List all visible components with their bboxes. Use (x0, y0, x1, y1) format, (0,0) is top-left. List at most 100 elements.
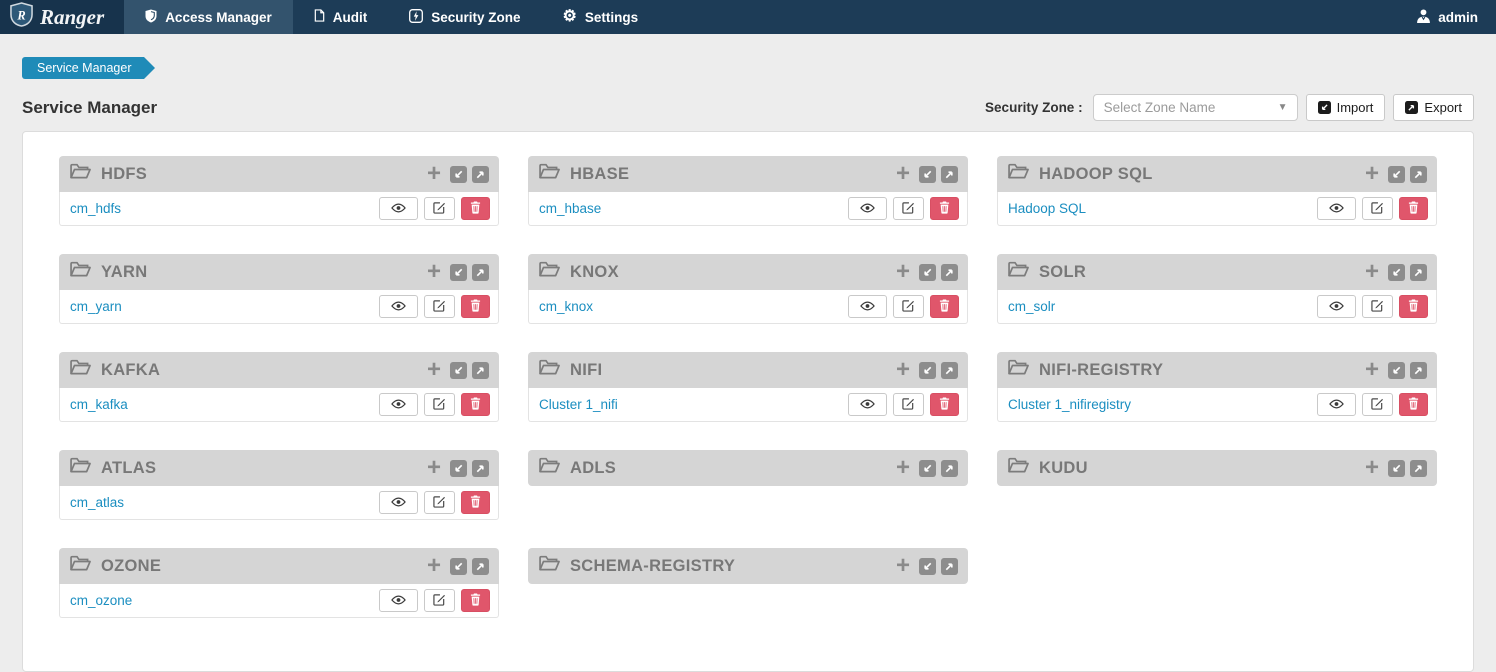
delete-service-button[interactable] (461, 295, 490, 318)
zone-select[interactable]: Select Zone Name ▼ (1093, 94, 1298, 121)
import-service-button[interactable] (450, 460, 467, 477)
delete-service-button[interactable] (930, 197, 959, 220)
view-service-button[interactable] (379, 393, 418, 416)
nav-item-access-manager[interactable]: Access Manager (124, 0, 293, 34)
breadcrumb[interactable]: Service Manager (22, 57, 144, 79)
nav-item-security-zone[interactable]: Security Zone (388, 0, 541, 34)
import-service-button[interactable] (1388, 460, 1405, 477)
delete-service-button[interactable] (461, 589, 490, 612)
delete-service-button[interactable] (461, 491, 490, 514)
add-service-button[interactable]: + (896, 262, 910, 282)
service-link[interactable]: Cluster 1_nifiregistry (1008, 397, 1131, 412)
import-service-button[interactable] (1388, 264, 1405, 281)
delete-service-button[interactable] (461, 197, 490, 220)
export-service-button[interactable] (472, 166, 489, 183)
export-service-button[interactable] (1410, 460, 1427, 477)
service-link[interactable]: Cluster 1_nifi (539, 397, 618, 412)
delete-service-button[interactable] (930, 295, 959, 318)
export-service-button[interactable] (941, 460, 958, 477)
import-service-button[interactable] (450, 558, 467, 575)
export-service-button[interactable] (1410, 264, 1427, 281)
delete-service-button[interactable] (930, 393, 959, 416)
view-service-button[interactable] (848, 295, 887, 318)
import-service-button[interactable] (450, 166, 467, 183)
view-service-button[interactable] (379, 295, 418, 318)
add-service-button[interactable]: + (427, 556, 441, 576)
edit-service-button[interactable] (424, 491, 455, 514)
import-service-button[interactable] (919, 264, 936, 281)
view-service-button[interactable] (379, 589, 418, 612)
add-service-button[interactable]: + (896, 360, 910, 380)
edit-service-button[interactable] (1362, 197, 1393, 220)
add-service-button[interactable]: + (1365, 360, 1379, 380)
export-service-button[interactable] (472, 362, 489, 379)
add-service-button[interactable]: + (1365, 262, 1379, 282)
edit-service-button[interactable] (893, 197, 924, 220)
nav-item-audit[interactable]: Audit (293, 0, 389, 34)
edit-service-button[interactable] (1362, 295, 1393, 318)
service-link[interactable]: cm_knox (539, 299, 593, 314)
import-service-button[interactable] (1388, 362, 1405, 379)
edit-service-button[interactable] (893, 393, 924, 416)
view-service-button[interactable] (848, 197, 887, 220)
folder-open-icon (538, 163, 561, 185)
delete-service-button[interactable] (461, 393, 490, 416)
edit-service-button[interactable] (893, 295, 924, 318)
add-service-button[interactable]: + (1365, 458, 1379, 478)
export-service-button[interactable] (941, 558, 958, 575)
service-link[interactable]: cm_hdfs (70, 201, 121, 216)
service-link[interactable]: cm_kafka (70, 397, 128, 412)
delete-service-button[interactable] (1399, 295, 1428, 318)
add-service-button[interactable]: + (896, 164, 910, 184)
add-service-button[interactable]: + (427, 262, 441, 282)
add-service-button[interactable]: + (896, 458, 910, 478)
service-link[interactable]: cm_yarn (70, 299, 122, 314)
user-menu[interactable]: admin (1398, 0, 1496, 34)
delete-service-button[interactable] (1399, 393, 1428, 416)
edit-service-button[interactable] (424, 295, 455, 318)
add-service-button[interactable]: + (1365, 164, 1379, 184)
view-service-button[interactable] (1317, 197, 1356, 220)
import-service-button[interactable] (919, 558, 936, 575)
import-service-button[interactable] (450, 264, 467, 281)
view-service-button[interactable] (1317, 393, 1356, 416)
export-button[interactable]: Export (1393, 94, 1474, 121)
edit-service-button[interactable] (424, 589, 455, 612)
export-service-button[interactable] (941, 264, 958, 281)
import-service-button[interactable] (919, 460, 936, 477)
export-service-button[interactable] (1410, 166, 1427, 183)
add-service-button[interactable]: + (427, 360, 441, 380)
edit-service-button[interactable] (424, 393, 455, 416)
view-service-button[interactable] (379, 491, 418, 514)
view-service-button[interactable] (848, 393, 887, 416)
delete-service-button[interactable] (1399, 197, 1428, 220)
edit-service-button[interactable] (424, 197, 455, 220)
folder-open-icon (69, 555, 92, 577)
export-service-button[interactable] (472, 460, 489, 477)
nav-item-settings[interactable]: ⚙ Settings (542, 0, 660, 34)
service-link[interactable]: cm_ozone (70, 593, 132, 608)
add-service-button[interactable]: + (427, 458, 441, 478)
import-service-button[interactable] (450, 362, 467, 379)
view-service-button[interactable] (379, 197, 418, 220)
service-link[interactable]: cm_hbase (539, 201, 601, 216)
export-service-button[interactable] (472, 264, 489, 281)
export-service-button[interactable] (941, 362, 958, 379)
add-service-button[interactable]: + (896, 556, 910, 576)
export-service-button[interactable] (472, 558, 489, 575)
import-button[interactable]: Import (1306, 94, 1386, 121)
service-row-actions (848, 393, 959, 416)
import-service-button[interactable] (919, 166, 936, 183)
import-service-button[interactable] (1388, 166, 1405, 183)
view-service-button[interactable] (1317, 295, 1356, 318)
export-service-button[interactable] (1410, 362, 1427, 379)
edit-service-button[interactable] (1362, 393, 1393, 416)
folder-open-icon (538, 457, 561, 479)
add-service-button[interactable]: + (427, 164, 441, 184)
service-link[interactable]: cm_solr (1008, 299, 1055, 314)
service-link[interactable]: cm_atlas (70, 495, 124, 510)
ranger-brand[interactable]: R Ranger (0, 0, 124, 34)
import-service-button[interactable] (919, 362, 936, 379)
export-service-button[interactable] (941, 166, 958, 183)
service-link[interactable]: Hadoop SQL (1008, 201, 1086, 216)
